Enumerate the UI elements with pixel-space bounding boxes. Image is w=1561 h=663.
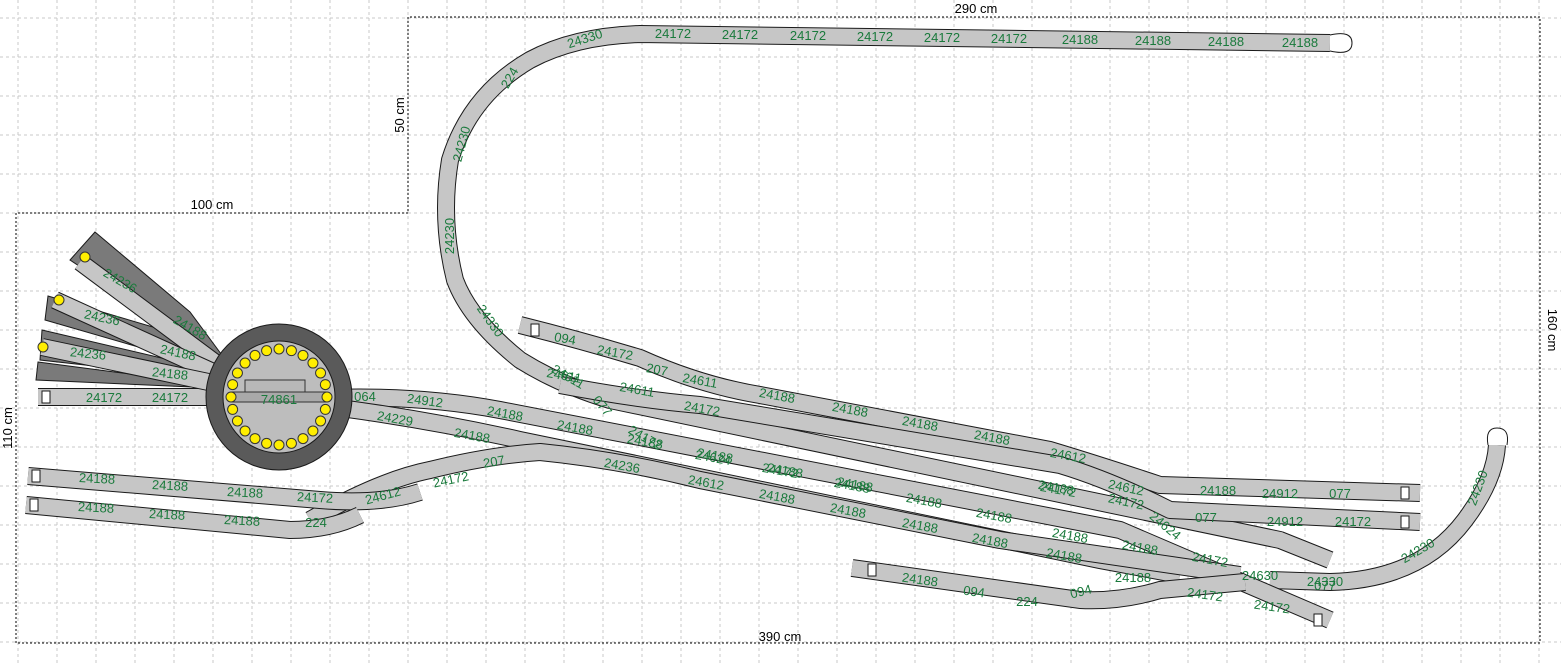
part-number-label: 24172: [297, 489, 334, 506]
part-number-label: 24172: [152, 390, 188, 405]
part-number-label: 24912: [1262, 486, 1298, 501]
turntable-light-icon: [227, 403, 239, 415]
turntable-light-icon: [319, 379, 331, 391]
turntable-light-icon: [315, 367, 327, 379]
buffer-stop-icon: [867, 563, 877, 577]
turntable-light-icon: [261, 437, 273, 449]
part-number-label: 24172: [790, 28, 826, 43]
turntable-light-icon: [231, 415, 243, 427]
turntable-light-icon: [227, 379, 239, 391]
part-number-label: 24172: [596, 342, 634, 363]
buffer-stop-icon: [1313, 613, 1323, 627]
part-number-label: 207: [645, 360, 669, 379]
part-number-label: 24188: [79, 470, 116, 487]
part-number-label: 224: [1016, 594, 1038, 609]
part-number-label: 24188: [1062, 32, 1098, 47]
part-number-label: 207: [482, 452, 506, 471]
part-number-label: 24188: [1135, 33, 1171, 48]
part-number-label: 24188: [227, 484, 264, 501]
part-number-label: 24188: [1282, 35, 1318, 50]
part-number-label: 24172: [722, 27, 758, 42]
part-number-label: 24188: [149, 506, 186, 523]
part-number-label: 24172: [857, 29, 893, 44]
dim-top-width: 290 cm: [955, 1, 998, 16]
turntable-light-icon: [285, 345, 297, 357]
turntable-light-icon: [239, 357, 251, 369]
turntable-part-label: 74861: [261, 392, 297, 407]
buffer-stop-icon: [41, 390, 51, 404]
end-bumper-icon: [1329, 33, 1353, 53]
turntable-light-icon: [249, 433, 261, 445]
dim-left-height: 110 cm: [0, 407, 15, 449]
turntable-light-icon: [297, 433, 309, 445]
buffer-stop-icon: [31, 469, 41, 483]
dim-right-height: 160 cm: [1545, 309, 1560, 352]
turntable-light-icon: [319, 403, 331, 415]
turntable-light-icon: [231, 367, 243, 379]
buffer-stop-icon: [1400, 486, 1410, 500]
part-number-label: 24172: [655, 26, 691, 41]
end-bumper-icon: [1486, 427, 1508, 446]
turntable-light-icon: [315, 415, 327, 427]
part-number-label: 094: [962, 583, 986, 601]
turntable-light-icon: [273, 439, 285, 451]
part-number-label: 24230: [442, 218, 457, 254]
part-number-label: 077: [1329, 486, 1351, 501]
track-plan-canvas: 290 cm 50 cm 100 cm 160 cm 110 cm 390 cm…: [0, 0, 1561, 663]
turntable-light-icon: [239, 425, 251, 437]
turntable-light-icon: [307, 425, 319, 437]
turntable-light-icon: [321, 391, 333, 403]
part-number-label: 24630: [1242, 568, 1278, 583]
part-number-label: 077: [1314, 578, 1336, 593]
dim-bottom-width: 390 cm: [759, 629, 802, 644]
part-number-label: 064: [354, 389, 376, 404]
part-number-label: 24188: [152, 477, 189, 494]
buffer-stop-icon: [530, 323, 540, 337]
turntable-light-icon: [307, 357, 319, 369]
part-number-label: 224: [305, 515, 327, 530]
part-number-label: 24188: [1115, 570, 1151, 585]
part-number-label: 24188: [224, 512, 261, 529]
part-number-label: 24172: [924, 30, 960, 45]
part-number-label: 24172: [991, 31, 1027, 46]
fan-light-icon: [79, 251, 91, 263]
fan-light-icon: [37, 341, 49, 353]
dim-step-height: 50 cm: [392, 97, 407, 132]
turntable-light-icon: [261, 345, 273, 357]
part-number-label: 24188: [78, 499, 115, 516]
buffer-stop-icon: [29, 498, 39, 512]
turntable-light-icon: [285, 437, 297, 449]
fan-light-icon: [53, 294, 65, 306]
part-number-label: 24172: [1335, 514, 1371, 529]
turntable-light-icon: [297, 349, 309, 361]
part-number-label: 094: [553, 329, 577, 348]
part-number-label: 24172: [86, 390, 122, 405]
turntable-light-icon: [273, 343, 285, 355]
part-number-label: 24611: [681, 370, 718, 391]
turntable-light-icon: [225, 391, 237, 403]
turntable-light-icon: [249, 349, 261, 361]
part-number-label: 24912: [1267, 514, 1303, 529]
dim-step-width: 100 cm: [191, 197, 234, 212]
part-number-label: 077: [1195, 510, 1217, 525]
buffer-stop-icon: [1400, 515, 1410, 529]
part-number-label: 24188: [1200, 483, 1236, 498]
part-number-label: 24188: [1208, 34, 1244, 49]
